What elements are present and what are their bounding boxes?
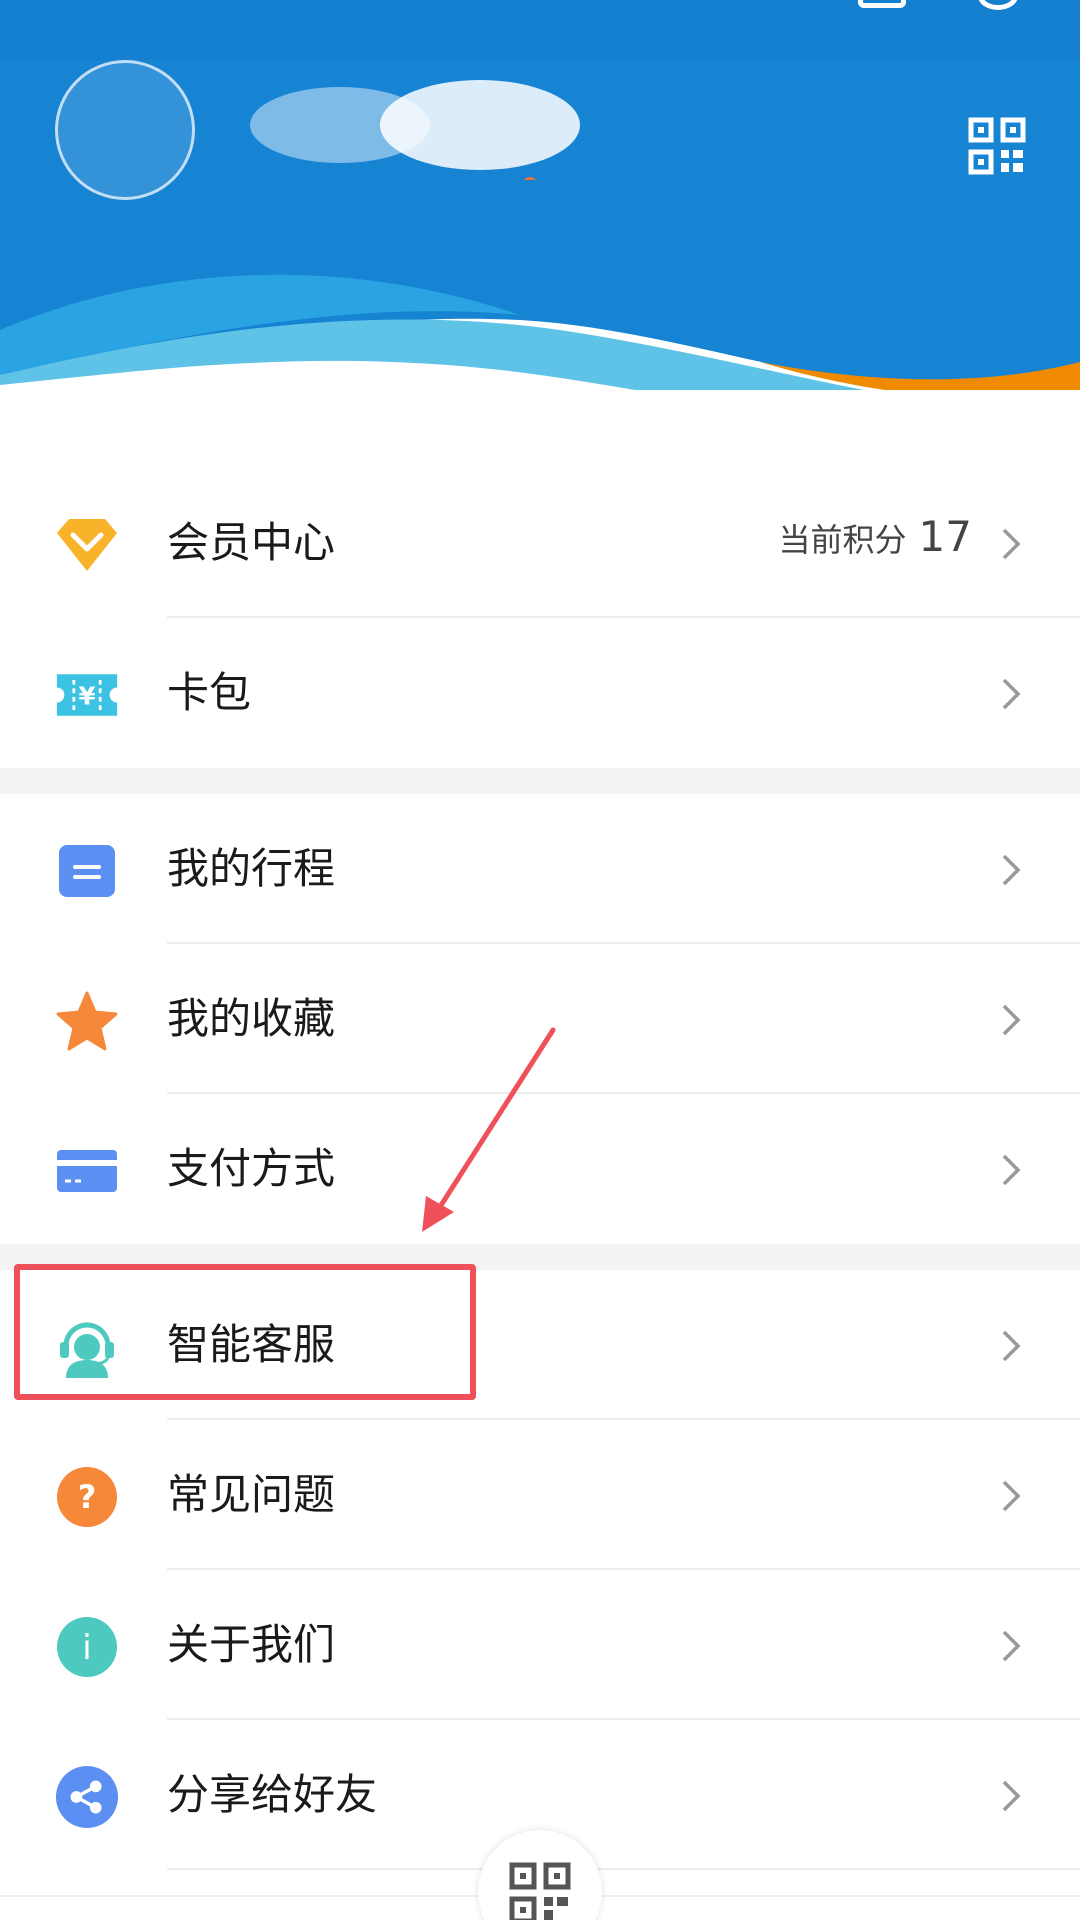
- svg-text:¥: ¥: [78, 681, 95, 710]
- menu-item-label: 智能客服: [167, 1320, 336, 1369]
- menu-item-label: 我的收藏: [167, 994, 336, 1043]
- ticket-yuan-icon: ¥: [55, 663, 119, 727]
- menu-item-label: 会员中心: [167, 518, 336, 567]
- menu-item-member-center[interactable]: 会员中心 当前积分 17: [0, 468, 1080, 618]
- menu-item-smart-customer-service[interactable]: 智能客服: [0, 1270, 1080, 1420]
- chevron-right-icon: [1002, 854, 1021, 886]
- customer-service-icon: [55, 1315, 119, 1379]
- avatar[interactable]: [55, 60, 195, 200]
- svg-text:?: ?: [78, 1478, 97, 1516]
- points-value: 17: [918, 512, 972, 561]
- question-icon: ?: [55, 1465, 119, 1529]
- menu-list: 会员中心 当前积分 17 ¥ 卡包 我的行程 我的收藏 支付方式 智能客服 ? …: [0, 390, 1080, 1870]
- star-icon: [55, 989, 119, 1053]
- menu-item-label: 卡包: [167, 668, 252, 717]
- chevron-right-icon: [1002, 1780, 1021, 1812]
- share-icon: [55, 1765, 119, 1829]
- menu-item-label: 分享给好友: [167, 1770, 378, 1819]
- menu-item-card-wallet[interactable]: ¥ 卡包: [0, 618, 1080, 768]
- credit-card-icon: [55, 1139, 119, 1203]
- chevron-right-icon: [1002, 1330, 1021, 1362]
- points-display: 当前积分 17: [779, 512, 972, 561]
- chevron-right-icon: [1002, 528, 1021, 560]
- menu-item-my-trips[interactable]: 我的行程: [0, 794, 1080, 944]
- menu-item-payment-methods[interactable]: 支付方式: [0, 1094, 1080, 1244]
- chevron-right-icon: [1002, 1004, 1021, 1036]
- menu-item-faq[interactable]: ? 常见问题: [0, 1420, 1080, 1570]
- qr-scan-icon: [509, 1862, 571, 1920]
- username-blurred: [250, 80, 580, 180]
- chevron-right-icon: [1002, 678, 1021, 710]
- chevron-right-icon: [1002, 1154, 1021, 1186]
- itinerary-icon: [55, 839, 119, 903]
- message-icon[interactable]: [858, 0, 906, 8]
- chevron-right-icon: [1002, 1480, 1021, 1512]
- qr-code-icon[interactable]: [968, 117, 1026, 175]
- chevron-right-icon: [1002, 1630, 1021, 1662]
- profile-header: [0, 0, 1080, 440]
- menu-item-label: 常见问题: [167, 1470, 336, 1519]
- menu-item-label: 支付方式: [167, 1144, 336, 1193]
- diamond-icon: [55, 513, 119, 577]
- info-icon: i: [55, 1615, 119, 1679]
- section-gap: [0, 768, 1080, 794]
- header-wave-background: [0, 0, 1080, 440]
- points-label: 当前积分: [778, 521, 907, 559]
- menu-item-about-us[interactable]: i 关于我们: [0, 1570, 1080, 1720]
- section-gap: [0, 1244, 1080, 1270]
- menu-item-favorites[interactable]: 我的收藏: [0, 944, 1080, 1094]
- svg-text:i: i: [82, 1628, 91, 1668]
- menu-item-label: 关于我们: [167, 1620, 336, 1669]
- menu-item-label: 我的行程: [167, 844, 336, 893]
